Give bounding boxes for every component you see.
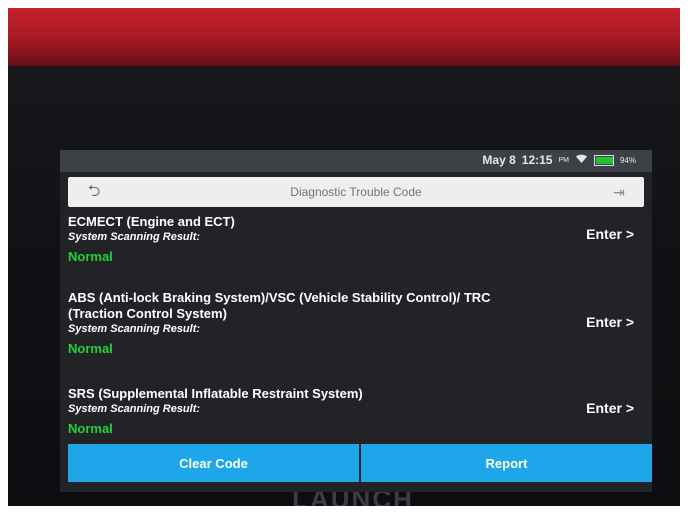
exit-icon[interactable]: ⇥ bbox=[608, 182, 630, 202]
status-time: 12:15 bbox=[521, 153, 553, 167]
clear-code-button[interactable]: Clear Code bbox=[68, 444, 359, 482]
system-scan-label: System Scanning Result: bbox=[68, 403, 201, 415]
device-screen: May 8 12:15 PM 94% ⮌ Diagnostic Trouble … bbox=[60, 150, 652, 492]
enter-button[interactable]: Enter > bbox=[586, 226, 634, 242]
bottom-action-bar: Clear Code Report bbox=[68, 444, 652, 482]
system-item-ecm: ECMECT (Engine and ECT) System Scanning … bbox=[68, 214, 644, 264]
system-status: Normal bbox=[68, 341, 113, 356]
status-ampm: PM bbox=[558, 156, 569, 164]
status-date: May 8 bbox=[482, 153, 516, 167]
wifi-icon bbox=[575, 153, 588, 167]
system-scan-label: System Scanning Result: bbox=[68, 231, 201, 243]
system-status: Normal bbox=[68, 421, 113, 436]
system-scan-label: System Scanning Result: bbox=[68, 323, 201, 335]
system-name: SRS (Supplemental Inflatable Restraint S… bbox=[68, 386, 363, 401]
system-item-srs: SRS (Supplemental Inflatable Restraint S… bbox=[68, 386, 644, 436]
system-name: ECMECT (Engine and ECT) bbox=[68, 214, 235, 229]
status-right: May 8 12:15 PM 94% bbox=[482, 153, 636, 167]
enter-button[interactable]: Enter > bbox=[586, 400, 634, 416]
report-button[interactable]: Report bbox=[361, 444, 652, 482]
battery-icon bbox=[593, 154, 614, 166]
title-bar: ⮌ Diagnostic Trouble Code ⇥ bbox=[68, 177, 644, 207]
battery-percent: 94% bbox=[619, 155, 636, 165]
device-photo: LAUNCH May 8 12:15 PM 94% ⮌ Diagnostic T… bbox=[8, 8, 680, 506]
system-status: Normal bbox=[68, 249, 113, 264]
device-red-rim bbox=[8, 8, 680, 68]
page-title: Diagnostic Trouble Code bbox=[290, 185, 422, 199]
enter-button[interactable]: Enter > bbox=[586, 314, 634, 330]
system-item-abs: ABS (Anti-lock Braking System)/VSC (Vehi… bbox=[68, 290, 644, 356]
status-bar: May 8 12:15 PM 94% bbox=[60, 150, 652, 172]
system-name: ABS (Anti-lock Braking System)/VSC (Vehi… bbox=[68, 290, 491, 321]
battery-fill bbox=[595, 156, 613, 164]
